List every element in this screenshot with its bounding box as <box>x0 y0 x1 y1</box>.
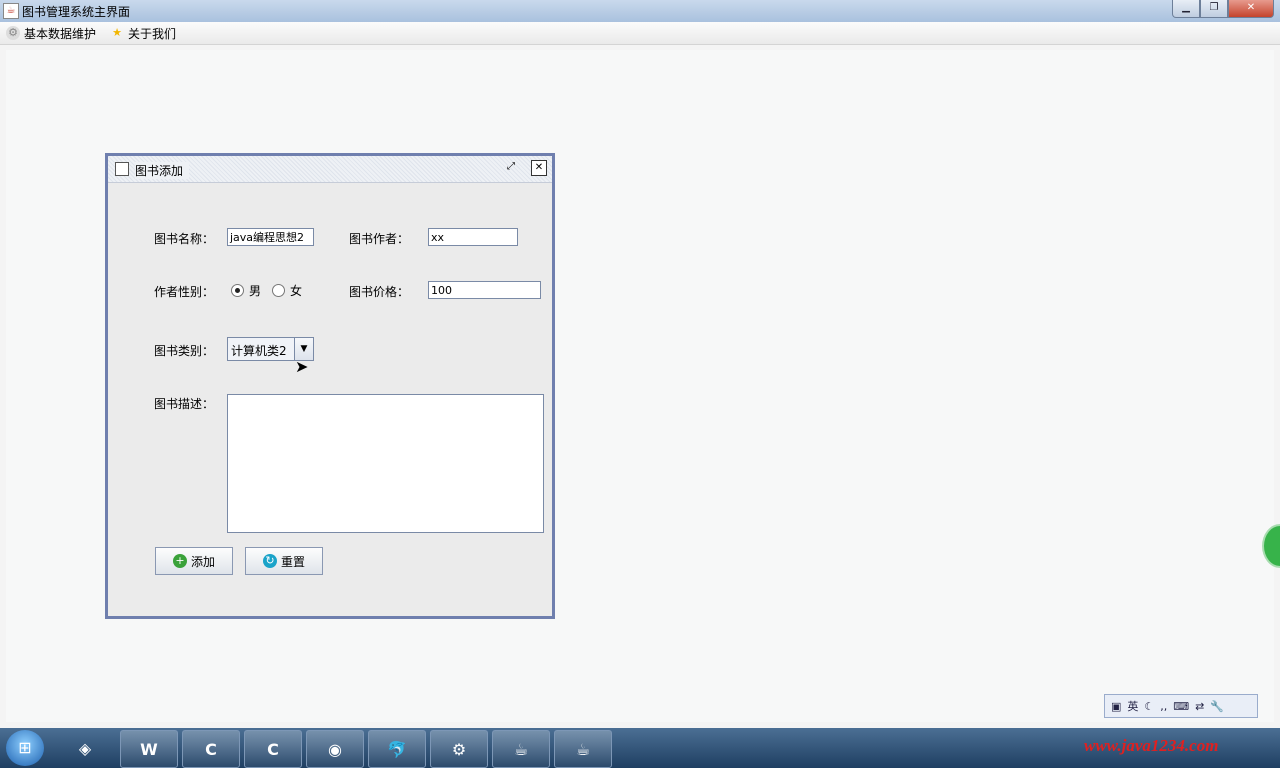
ime-lang-label[interactable]: 英 <box>1127 698 1138 714</box>
book-category-label: 图书类别： <box>154 344 215 358</box>
punct-icon[interactable]: ,, <box>1160 700 1167 713</box>
taskbar-java2-icon[interactable]: ☕ <box>554 730 612 768</box>
restore-icon[interactable]: ⤢ <box>504 160 518 174</box>
gender-male-label: 男 <box>249 284 262 298</box>
book-name-input[interactable]: java编程思想2 <box>227 228 314 246</box>
book-price-input[interactable]: 100 <box>428 281 541 299</box>
menu-about-us[interactable]: ★ 关于我们 <box>110 25 176 42</box>
ime-toolbar[interactable]: ▣ 英 ☾ ,, ⌨ ⇄ 🔧 <box>1104 694 1258 718</box>
menu-about-us-label: 关于我们 <box>128 26 177 41</box>
book-author-label: 图书作者： <box>349 232 410 246</box>
maximize-button[interactable]: ❐ <box>1200 0 1228 18</box>
frame-titlebar[interactable]: 图书添加 ⤢ ✕ <box>108 156 552 183</box>
taskbar-word-icon[interactable]: W <box>120 730 178 768</box>
keyboard-icon[interactable]: ⌨ <box>1173 700 1189 713</box>
book-name-label: 图书名称： <box>154 232 215 246</box>
watermark-text: www.java1234.com <box>1084 736 1219 755</box>
java-icon: ☕ <box>3 3 19 19</box>
mouse-cursor-icon: ➤ <box>295 357 309 376</box>
taskbar-camtasia2-icon[interactable]: C <box>244 730 302 768</box>
minimize-button[interactable]: ▁ <box>1172 0 1200 18</box>
frame-icon <box>115 162 129 176</box>
book-add-frame: 图书添加 ⤢ ✕ 图书名称： java编程思想2 图书作者： xx 作者性别： … <box>105 153 555 619</box>
window-controls: ▁ ❐ ✕ <box>1172 0 1274 18</box>
book-desc-label: 图书描述： <box>154 397 215 411</box>
gender-female-radio[interactable]: 女 <box>272 282 302 299</box>
frame-title: 图书添加 <box>135 162 190 179</box>
gender-female-label: 女 <box>290 284 303 298</box>
taskbar-mysql-icon[interactable]: 🐬 <box>368 730 426 768</box>
reset-button-label: 重置 <box>280 554 305 569</box>
frame-close-icon[interactable]: ✕ <box>531 160 547 176</box>
app-launcher-icon[interactable]: ◈ <box>57 730 113 766</box>
taskbar-java-icon[interactable]: ☕ <box>492 730 550 768</box>
book-desc-textarea[interactable] <box>227 394 544 533</box>
book-author-input[interactable]: xx <box>428 228 518 246</box>
reset-button[interactable]: ↻ 重置 <box>245 547 323 575</box>
menu-basic-data-label: 基本数据维护 <box>24 26 97 41</box>
plus-icon: + <box>172 554 187 568</box>
gender-male-radio[interactable]: 男 <box>231 282 261 299</box>
toggle-icon[interactable]: ⇄ <box>1195 700 1204 713</box>
window-title: 图书管理系统主界面 <box>22 5 131 19</box>
add-button-label: 添加 <box>190 554 215 569</box>
radio-checked-icon <box>231 284 244 297</box>
ime-logo-icon: ▣ <box>1111 699 1122 713</box>
menu-basic-data[interactable]: ⚙ 基本数据维护 <box>6 25 96 42</box>
gear-icon: ⚙ <box>6 26 20 40</box>
category-selected-value: 计算机类2 <box>231 344 287 358</box>
menubar: ⚙ 基本数据维护 ★ 关于我们 <box>0 22 1280 45</box>
author-gender-label: 作者性别： <box>154 285 215 299</box>
window-titlebar: ☕ 图书管理系统主界面 ▁ ❐ ✕ <box>0 0 1280 23</box>
wrench-icon[interactable]: 🔧 <box>1210 700 1224 713</box>
start-button[interactable]: ⊞ <box>6 730 44 766</box>
refresh-icon: ↻ <box>262 554 277 568</box>
taskbar-chrome-icon[interactable]: ◉ <box>306 730 364 768</box>
radio-unchecked-icon <box>272 284 285 297</box>
star-icon: ★ <box>112 26 122 39</box>
book-price-label: 图书价格： <box>349 285 410 299</box>
add-button[interactable]: + 添加 <box>155 547 233 575</box>
taskbar-eclipse-icon[interactable]: ⚙ <box>430 730 488 768</box>
moon-icon[interactable]: ☾ <box>1144 700 1154 713</box>
taskbar-camtasia-icon[interactable]: C <box>182 730 240 768</box>
close-button[interactable]: ✕ <box>1228 0 1274 18</box>
